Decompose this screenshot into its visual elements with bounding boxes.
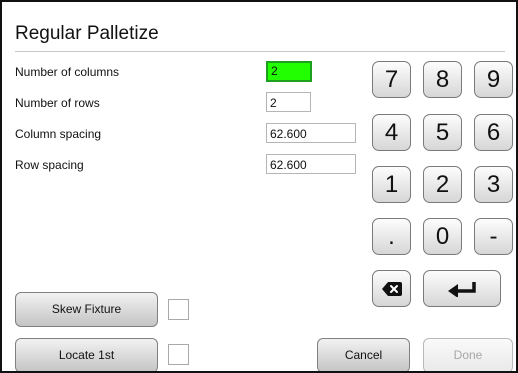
- enter-key[interactable]: [423, 270, 501, 307]
- number-of-columns-field[interactable]: 2: [266, 61, 312, 82]
- number-of-columns-label: Number of columns: [15, 65, 120, 79]
- locate-first-button[interactable]: Locate 1st: [15, 338, 158, 371]
- key-0[interactable]: 0: [423, 218, 462, 255]
- enter-return-icon: [448, 282, 476, 297]
- skew-fixture-button[interactable]: Skew Fixture: [15, 292, 158, 327]
- regular-palletize-dialog: Regular Palletize Number of columns 2 Nu…: [0, 0, 518, 373]
- key-2[interactable]: 2: [423, 166, 462, 203]
- skew-fixture-checkbox[interactable]: [168, 299, 189, 320]
- key-decimal[interactable]: .: [372, 218, 411, 255]
- column-spacing-label: Column spacing: [15, 127, 102, 141]
- key-minus[interactable]: -: [474, 218, 513, 255]
- key-5[interactable]: 5: [423, 114, 462, 151]
- key-9[interactable]: 9: [474, 61, 513, 98]
- number-of-rows-field[interactable]: 2: [266, 92, 311, 112]
- key-4[interactable]: 4: [372, 114, 411, 151]
- cancel-button[interactable]: Cancel: [317, 338, 410, 371]
- key-6[interactable]: 6: [474, 114, 513, 151]
- key-7[interactable]: 7: [372, 61, 411, 98]
- done-button[interactable]: Done: [423, 338, 513, 371]
- key-3[interactable]: 3: [474, 166, 513, 203]
- title-divider: [15, 51, 505, 52]
- column-spacing-field[interactable]: 62.600: [266, 123, 356, 143]
- locate-first-checkbox[interactable]: [168, 344, 189, 365]
- backspace-icon: [382, 282, 402, 296]
- row-spacing-label: Row spacing: [15, 158, 84, 172]
- backspace-key[interactable]: [372, 270, 411, 307]
- number-of-rows-label: Number of rows: [15, 96, 100, 110]
- key-8[interactable]: 8: [423, 61, 462, 98]
- dialog-title: Regular Palletize: [15, 23, 159, 44]
- key-1[interactable]: 1: [372, 166, 411, 203]
- row-spacing-field[interactable]: 62.600: [266, 154, 356, 174]
